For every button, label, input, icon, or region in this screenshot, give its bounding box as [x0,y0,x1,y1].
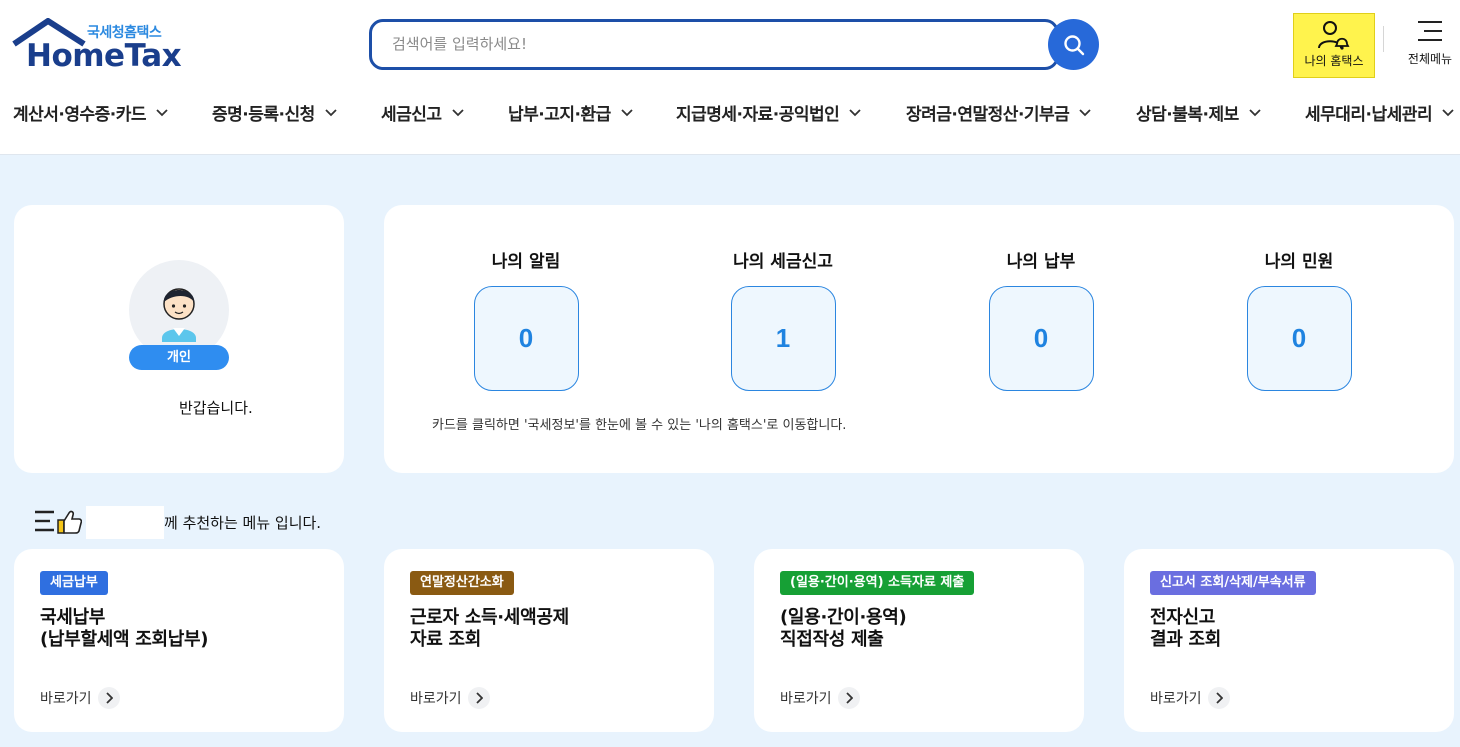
chevron-right-icon [467,687,490,709]
goto-link[interactable]: 바로가기 [780,687,860,709]
recommend-heading: 께 추천하는 메뉴 입니다. [34,505,322,539]
menu-title-line2: 자료 조회 [410,629,482,650]
chevron-down-icon [451,108,464,116]
status-title: 나의 민원 [1264,252,1334,272]
status-count-box[interactable]: 0 [473,286,579,391]
menu-title: 국세납부 (납부할세액 조회납부) [40,607,208,651]
goto-link[interactable]: 바로가기 [40,687,120,709]
chevron-down-icon [1442,108,1454,116]
header-divider [1383,26,1384,52]
menu-title-line2: (납부할세액 조회납부) [40,629,209,650]
status-civil-petition: 나의 민원 0 [1209,247,1389,391]
nav-incentive-yearend[interactable]: 장려금·연말정산·기부금 [906,100,1091,125]
nav-tax-agent[interactable]: 세무대리·납세관리 [1305,100,1454,125]
menu-card-tax-payment[interactable]: 세금납부 국세납부 (납부할세액 조회납부) 바로가기 [14,549,344,732]
user-type-badge: 개인 [129,345,229,370]
menu-title-line1: (일용·간이·용역) [780,607,907,628]
status-title: 나의 세금신고 [733,252,833,272]
chevron-down-icon [156,108,168,116]
search-icon [1063,34,1084,55]
hamburger-icon [1418,21,1442,41]
profile-card: 개인 반갑습니다. [14,205,344,473]
status-notifications: 나의 알림 0 [436,247,616,391]
nav-label: 증명·등록·신청 [212,105,315,125]
menu-card-income-submission[interactable]: (일용·간이·용역) 소득자료 제출 (일용·간이·용역) 직접작성 제출 바로… [754,549,1084,732]
chevron-right-icon [97,687,120,709]
status-title: 나의 납부 [1006,252,1076,272]
thumbs-up-list-icon [35,510,82,534]
menu-tag: (일용·간이·용역) 소득자료 제출 [780,571,975,595]
chevron-down-icon [621,108,633,116]
menu-title: 전자신고 결과 조회 [1150,607,1221,651]
menu-card-efiling-result[interactable]: 신고서 조회/삭제/부속서류 전자신고 결과 조회 바로가기 [1124,549,1454,732]
nav-label: 세금신고 [381,105,442,125]
global-nav: 계산서·영수증·카드 증명·등록·신청 세금신고 납부·고지·환급 지급명세·자… [0,100,1460,130]
chevron-down-icon [849,108,861,116]
search-input[interactable] [392,35,952,53]
nav-label: 상담·불복·제보 [1136,105,1239,125]
status-title: 나의 알림 [491,252,561,272]
chevron-down-icon [1079,108,1091,116]
header: 국세청홈택스 HomeTax 나의 홈택스 전체메뉴 계산서·영수증·카드 증명… [0,0,1460,155]
status-count-box[interactable]: 0 [988,286,1094,391]
nav-invoice-receipt-card[interactable]: 계산서·영수증·카드 [13,100,168,125]
goto-link[interactable]: 바로가기 [410,687,490,709]
menu-tag: 연말정산간소화 [410,571,514,595]
nav-label: 세무대리·납세관리 [1305,105,1433,125]
chevron-down-icon [325,108,337,116]
my-hometax-label: 나의 홈택스 [1304,54,1364,68]
my-hometax-button[interactable]: 나의 홈택스 [1293,13,1375,78]
menu-title-line2: 결과 조회 [1150,629,1222,650]
menu-title-line1: 근로자 소득·세액공제 [410,607,569,628]
nav-label: 계산서·영수증·카드 [13,105,147,125]
nav-label: 납부·고지·환급 [508,105,611,125]
menu-title-line2: 직접작성 제출 [780,629,884,650]
goto-label: 바로가기 [40,691,92,707]
welcome-message: 반갑습니다. [179,399,253,417]
menu-title-line1: 국세납부 [40,607,106,628]
nav-certificate-registration[interactable]: 증명·등록·신청 [212,100,337,125]
menu-tag: 세금납부 [40,571,108,595]
nav-label: 지급명세·자료·공익법인 [676,105,840,125]
search-button[interactable] [1048,19,1099,70]
status-count-box[interactable]: 0 [1246,286,1352,391]
all-menu-button[interactable]: 전체메뉴 [1400,20,1460,75]
nav-tax-filing[interactable]: 세금신고 [381,100,464,125]
nav-payment-refund[interactable]: 납부·고지·환급 [508,100,633,125]
status-tax-filing: 나의 세금신고 1 [693,247,873,391]
status-payment: 나의 납부 0 [951,247,1131,391]
recommend-text: 께 추천하는 메뉴 입니다. [164,513,322,532]
menu-title-line1: 전자신고 [1150,607,1216,628]
menu-title: (일용·간이·용역) 직접작성 제출 [780,607,907,651]
goto-label: 바로가기 [410,691,462,707]
nav-consult-appeal[interactable]: 상담·불복·제보 [1136,100,1261,125]
search-box [369,19,1059,70]
menu-title: 근로자 소득·세액공제 자료 조회 [410,607,569,651]
chevron-down-icon [1249,108,1261,116]
hometax-logo[interactable]: 국세청홈택스 HomeTax [12,18,182,74]
goto-label: 바로가기 [780,691,832,707]
nav-payment-statement[interactable]: 지급명세·자료·공익법인 [676,100,861,125]
all-menu-label: 전체메뉴 [1407,52,1453,66]
chevron-right-icon [1207,687,1230,709]
menu-card-yearend-deduction[interactable]: 연말정산간소화 근로자 소득·세액공제 자료 조회 바로가기 [384,549,714,732]
chevron-right-icon [837,687,860,709]
status-note: 카드를 클릭하면 '국세정보'를 한눈에 볼 수 있는 '나의 홈택스'로 이동… [432,418,847,433]
goto-link[interactable]: 바로가기 [1150,687,1230,709]
menu-tag: 신고서 조회/삭제/부속서류 [1150,571,1316,595]
goto-label: 바로가기 [1150,691,1202,707]
status-count-box[interactable]: 1 [730,286,836,391]
logo-title: HomeTax [26,38,182,74]
user-name-mask [86,505,164,539]
my-status-card: 나의 알림 0 나의 세금신고 1 나의 납부 0 나의 민원 0 카드를 클릭… [384,205,1454,473]
nav-label: 장려금·연말정산·기부금 [906,105,1070,125]
user-bell-icon [1318,21,1350,50]
